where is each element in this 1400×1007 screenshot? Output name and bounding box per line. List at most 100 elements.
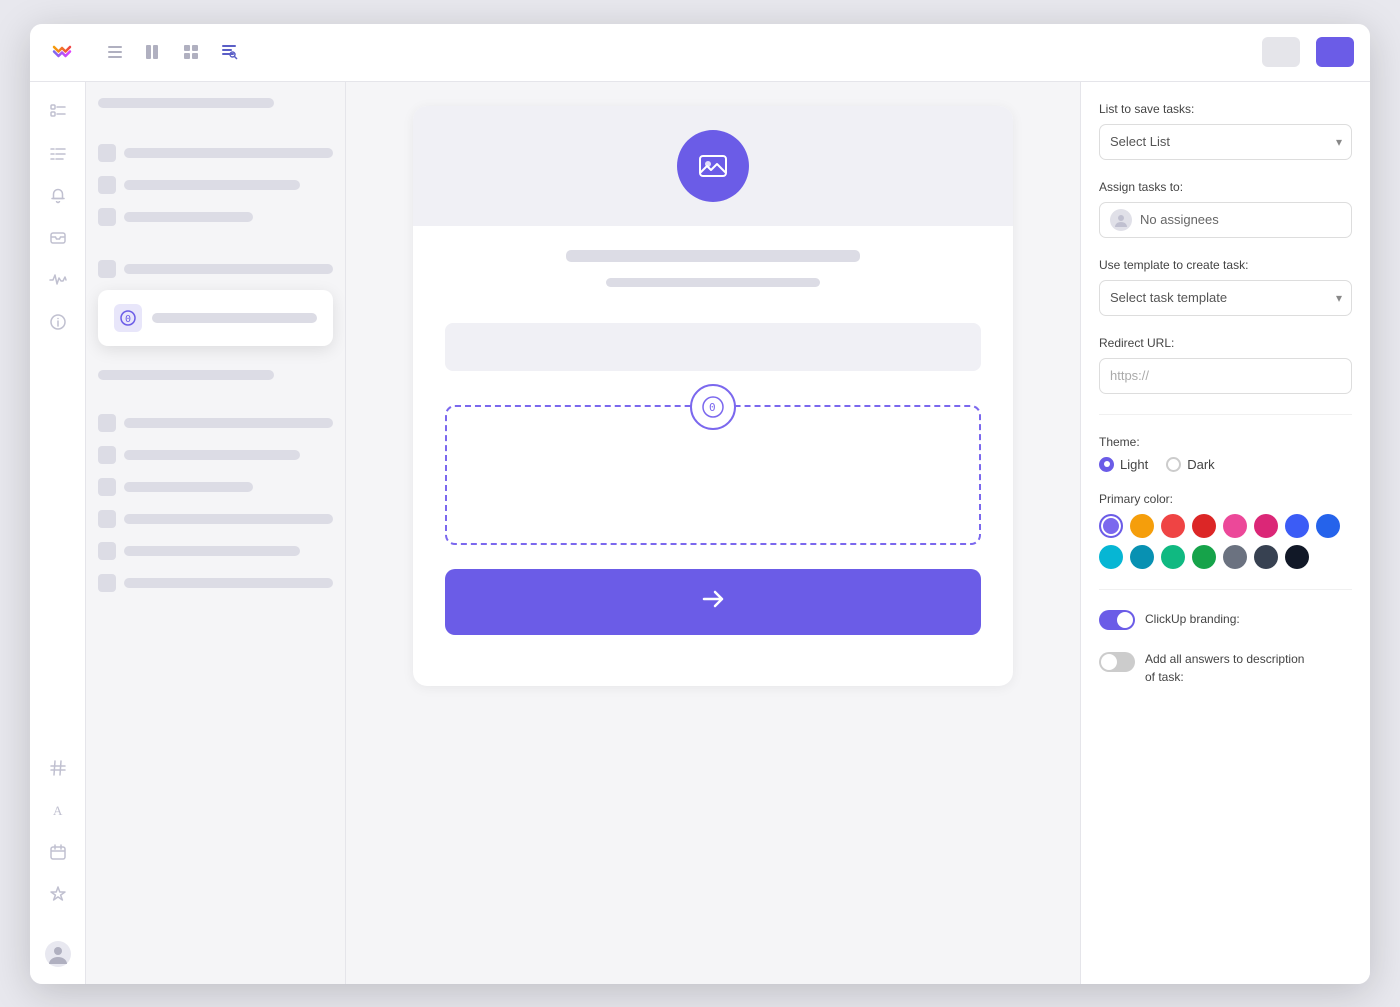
star-nav-icon[interactable] (40, 876, 76, 912)
form-subtitle-skeleton (606, 278, 820, 287)
theme-dark-option[interactable]: Dark (1166, 457, 1214, 472)
submit-arrow-icon (700, 586, 726, 618)
form-title-skeleton (566, 250, 861, 262)
skel-icon-2 (98, 176, 116, 194)
skel-icon-10 (98, 574, 116, 592)
template-select-wrapper: Select task template Bug Report Feature … (1099, 280, 1352, 316)
color-swatch-purple[interactable] (1099, 514, 1123, 538)
skel-icon-7 (98, 478, 116, 496)
branding-toggle[interactable] (1099, 610, 1135, 630)
skel-text-9 (124, 546, 300, 556)
top-bar (30, 24, 1370, 82)
template-select[interactable]: Select task template Bug Report Feature … (1099, 280, 1352, 316)
theme-light-label: Light (1120, 457, 1148, 472)
submit-button[interactable] (445, 569, 981, 635)
right-panel: List to save tasks: Select List My List … (1080, 82, 1370, 984)
redirect-url-label: Redirect URL: (1099, 336, 1352, 350)
text-nav-icon[interactable]: A (40, 792, 76, 828)
pulse-nav-icon[interactable] (40, 262, 76, 298)
color-swatch-dark-gray[interactable] (1254, 545, 1278, 569)
answers-label: Add all answers to description of task: (1145, 652, 1304, 684)
form-image-icon (677, 130, 749, 202)
skel-icon-5 (98, 414, 116, 432)
form-body: 0 (413, 226, 1013, 569)
theme-dark-label: Dark (1187, 457, 1214, 472)
skel-icon-1 (98, 144, 116, 162)
theme-label: Theme: (1099, 435, 1352, 449)
left-panel-card[interactable]: 0 (98, 290, 333, 346)
template-label: Use template to create task: (1099, 258, 1352, 272)
skel-icon-9 (98, 542, 116, 560)
skel-icon-4 (98, 260, 116, 278)
color-swatch-amber[interactable] (1130, 514, 1154, 538)
skel-text-4 (124, 264, 333, 274)
theme-light-radio[interactable] (1099, 457, 1114, 472)
skel-text-7 (124, 482, 253, 492)
skel-item-2 (98, 370, 274, 380)
gallery-view-icon[interactable] (178, 39, 204, 65)
assign-tasks-section: Assign tasks to: No assignees (1099, 180, 1352, 238)
answers-toggle[interactable] (1099, 652, 1135, 672)
skel-text-10 (124, 578, 333, 588)
color-swatch-fuchsia[interactable] (1254, 514, 1278, 538)
info-nav-icon[interactable] (40, 304, 76, 340)
view-toggle-group (102, 39, 242, 65)
assign-tasks-label: Assign tasks to: (1099, 180, 1352, 194)
answers-section: Add all answers to description of task: (1099, 650, 1352, 686)
tasks-nav-icon[interactable] (40, 94, 76, 130)
form-header (413, 106, 1013, 226)
skel-text-5 (124, 418, 333, 428)
list-nav-icon[interactable] (40, 136, 76, 172)
color-swatch-grid (1099, 514, 1352, 569)
redirect-url-input[interactable] (1099, 358, 1352, 394)
svg-text:0: 0 (709, 401, 716, 414)
primary-color-section: Primary color: (1099, 492, 1352, 569)
board-view-icon[interactable] (140, 39, 166, 65)
list-select[interactable]: Select List My List Project A (1099, 124, 1352, 160)
theme-dark-radio[interactable] (1166, 457, 1181, 472)
theme-toggle-row: Light Dark (1099, 457, 1352, 472)
skel-text-1 (124, 148, 333, 158)
theme-light-option[interactable]: Light (1099, 457, 1148, 472)
form-input-skeleton (445, 323, 981, 371)
bell-nav-icon[interactable] (40, 178, 76, 214)
color-swatch-green[interactable] (1192, 545, 1216, 569)
main-layout: A (30, 82, 1370, 984)
redirect-url-section: Redirect URL: (1099, 336, 1352, 394)
skel-item-1 (98, 98, 274, 108)
primary-color-label: Primary color: (1099, 492, 1352, 506)
skel-icon-3 (98, 208, 116, 226)
template-section: Use template to create task: Select task… (1099, 258, 1352, 316)
inbox-nav-icon[interactable] (40, 220, 76, 256)
card-overlay-icon: 0 (114, 304, 142, 332)
color-swatch-emerald[interactable] (1161, 545, 1185, 569)
assignee-selector[interactable]: No assignees (1099, 202, 1352, 238)
color-swatch-indigo[interactable] (1285, 514, 1309, 538)
topbar-action-btn-purple[interactable] (1316, 37, 1354, 67)
skel-icon-8 (98, 510, 116, 528)
left-panel: 0 (86, 82, 346, 984)
skel-text-2 (124, 180, 300, 190)
list-view-icon[interactable] (102, 39, 128, 65)
color-swatch-teal[interactable] (1130, 545, 1154, 569)
icon-bar: A (30, 82, 86, 984)
color-swatch-red[interactable] (1161, 514, 1185, 538)
color-swatch-blue[interactable] (1316, 514, 1340, 538)
list-select-wrapper: Select List My List Project A ▾ (1099, 124, 1352, 160)
form-view-icon[interactable] (216, 39, 242, 65)
topbar-action-btn-gray[interactable] (1262, 37, 1300, 67)
calendar-nav-icon[interactable] (40, 834, 76, 870)
assignee-avatar (1110, 209, 1132, 231)
color-swatch-darkred[interactable] (1192, 514, 1216, 538)
skel-text-6 (124, 450, 300, 460)
card-text-1 (152, 313, 317, 323)
hashtag-nav-icon[interactable] (40, 750, 76, 786)
form-preview: 0 (413, 106, 1013, 686)
color-swatch-black[interactable] (1285, 545, 1309, 569)
user-avatar-icon[interactable] (40, 936, 76, 972)
color-swatch-cyan[interactable] (1099, 545, 1123, 569)
drop-zone-icon: 0 (690, 384, 736, 430)
color-swatch-gray[interactable] (1223, 545, 1247, 569)
form-drop-zone[interactable]: 0 (445, 405, 981, 545)
color-swatch-pink[interactable] (1223, 514, 1247, 538)
